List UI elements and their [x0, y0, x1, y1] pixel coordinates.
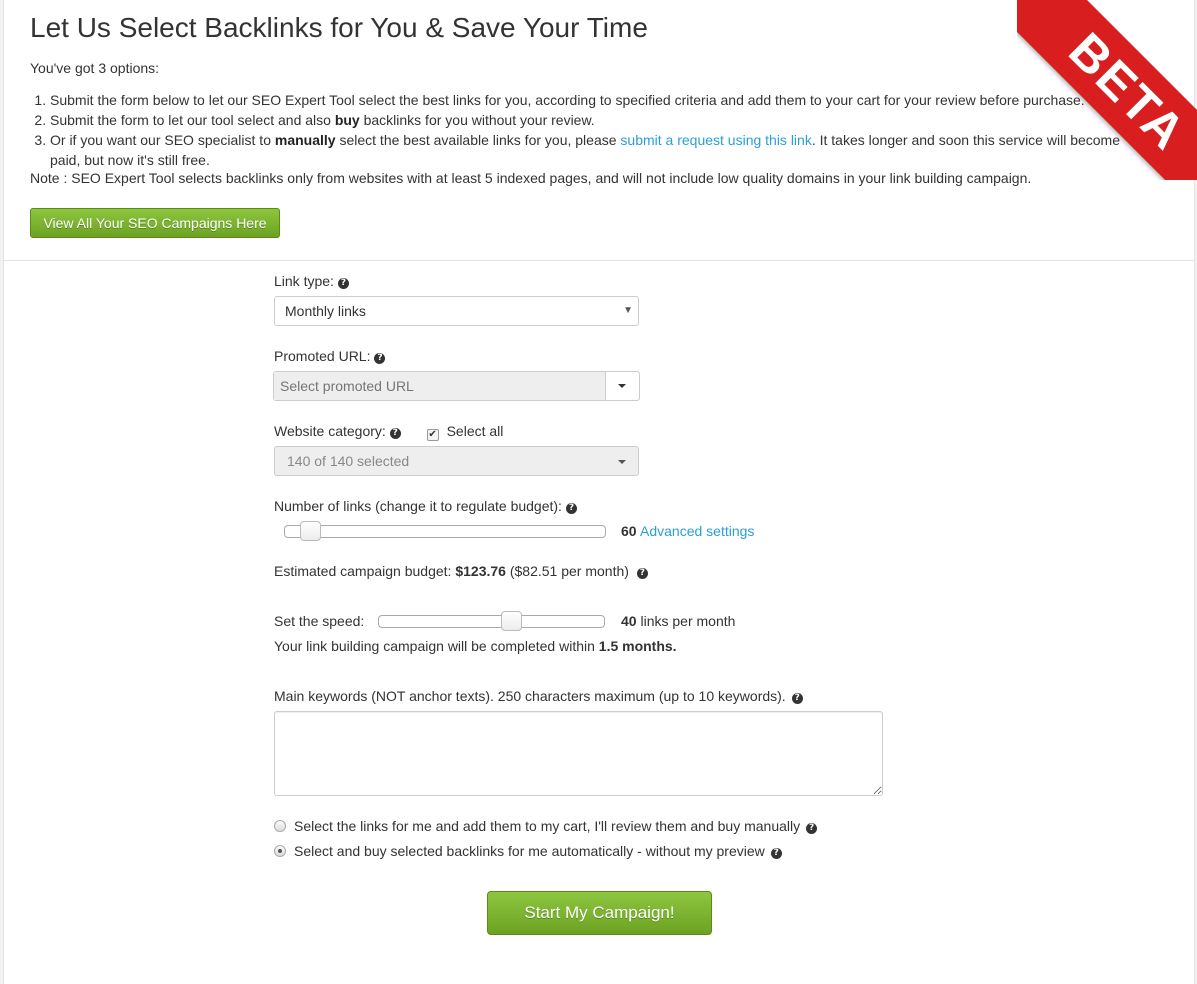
beta-ribbon: BETA [1017, 0, 1197, 180]
help-icon[interactable]: ? [337, 278, 349, 289]
num-links-label: Number of links (change it to regulate b… [274, 498, 562, 514]
option-2-text-pre: Submit the form to let our tool select a… [50, 112, 335, 128]
link-type-label: Link type: [274, 273, 334, 289]
help-icon[interactable]: ? [770, 848, 782, 859]
mode-manual-label: Select the links for me and add them to … [294, 818, 801, 834]
caret-down-icon [618, 460, 626, 464]
speed-label: Set the speed: [274, 613, 365, 629]
page-title: Let Us Select Backlinks for You & Save Y… [30, 12, 648, 43]
num-links-slider[interactable] [284, 521, 606, 541]
beta-ribbon-label: BETA [1017, 0, 1197, 180]
promoted-url-combobox [273, 371, 640, 401]
mode-manual-radio[interactable] [274, 820, 286, 832]
help-icon[interactable]: ? [374, 353, 386, 364]
completion-row: Your link building campaign will be comp… [274, 638, 677, 654]
promoted-url-label-row: Promoted URL:? [274, 348, 386, 364]
mode-auto-radio[interactable] [274, 845, 286, 857]
option-item-3: Or if you want our SEO specialist to man… [50, 130, 1130, 170]
budget-row: Estimated campaign budget: $123.76 ($82.… [274, 563, 648, 579]
speed-slider-handle[interactable] [501, 611, 522, 631]
option-2-bold: buy [334, 112, 360, 128]
help-icon[interactable]: ? [636, 568, 648, 579]
num-links-label-row: Number of links (change it to regulate b… [274, 498, 577, 514]
promoted-url-dropdown-button[interactable] [606, 372, 639, 400]
speed-slider[interactable] [378, 611, 605, 631]
caret-down-icon [618, 384, 626, 388]
help-icon[interactable]: ? [389, 428, 401, 439]
num-links-slider-handle[interactable] [300, 521, 321, 541]
submit-request-link[interactable]: submit a request using this link [620, 132, 811, 148]
promoted-url-input[interactable] [274, 372, 606, 400]
options-list: Submit the form below to let our SEO Exp… [30, 90, 1130, 170]
website-category-multiselect[interactable]: 140 of 140 selected [274, 446, 639, 476]
website-category-label: Website category: [274, 423, 386, 439]
website-category-label-row: Website category:? ✔ Select all [274, 423, 503, 441]
budget-total: $123.76 [455, 563, 506, 579]
keywords-label: Main keywords (NOT anchor texts). 250 ch… [274, 688, 786, 704]
option-3-text-mid: select the best available links for you,… [335, 132, 621, 148]
mode-manual-row: Select the links for me and add them to … [274, 818, 818, 834]
website-category-value: 140 of 140 selected [287, 453, 410, 469]
link-type-label-row: Link type:? [274, 273, 349, 289]
completion-value: 1.5 months. [598, 638, 677, 654]
option-1-text: Submit the form below to let our SEO Exp… [50, 92, 1085, 108]
promoted-url-label: Promoted URL: [274, 348, 371, 364]
caret-down-icon: ▼ [623, 305, 633, 316]
link-type-select[interactable]: Monthly links ▼ [274, 296, 639, 326]
help-icon[interactable]: ? [806, 823, 818, 834]
advanced-settings-link[interactable]: Advanced settings [640, 523, 754, 539]
keywords-label-row: Main keywords (NOT anchor texts). 250 ch… [274, 688, 803, 704]
options-intro: You've got 3 options: [30, 60, 160, 76]
option-3-text-pre: Or if you want our SEO specialist to [50, 132, 275, 148]
speed-value-row: 40 links per month [621, 613, 735, 629]
select-all-label: Select all [446, 423, 504, 439]
link-type-value: Monthly links [285, 303, 366, 319]
speed-unit: links per month [640, 613, 736, 629]
start-campaign-button[interactable]: Start My Campaign! [487, 891, 712, 935]
select-all-checkbox[interactable]: ✔ [426, 429, 439, 441]
option-item-2: Submit the form to let our tool select a… [50, 110, 1130, 130]
view-campaigns-button[interactable]: View All Your SEO Campaigns Here [30, 208, 280, 238]
note-text: Note : SEO Expert Tool selects backlinks… [30, 170, 1032, 186]
keywords-textarea[interactable] [274, 711, 883, 796]
option-3-bold: manually [274, 132, 336, 148]
option-2-text-post: backlinks for you without your review. [359, 112, 595, 128]
completion-text: Your link building campaign will be comp… [274, 638, 599, 654]
budget-monthly: ($82.51 per month) [509, 563, 629, 579]
mode-auto-row: Select and buy selected backlinks for me… [274, 843, 782, 859]
help-icon[interactable]: ? [565, 503, 577, 514]
mode-auto-label: Select and buy selected backlinks for me… [294, 843, 765, 859]
option-item-1: Submit the form below to let our SEO Exp… [50, 90, 1130, 110]
num-links-value: 60 [621, 523, 637, 539]
budget-label: Estimated campaign budget: [274, 563, 452, 579]
speed-value: 40 [621, 613, 637, 629]
speed-label-row: Set the speed: [274, 613, 364, 629]
help-icon[interactable]: ? [791, 693, 803, 704]
